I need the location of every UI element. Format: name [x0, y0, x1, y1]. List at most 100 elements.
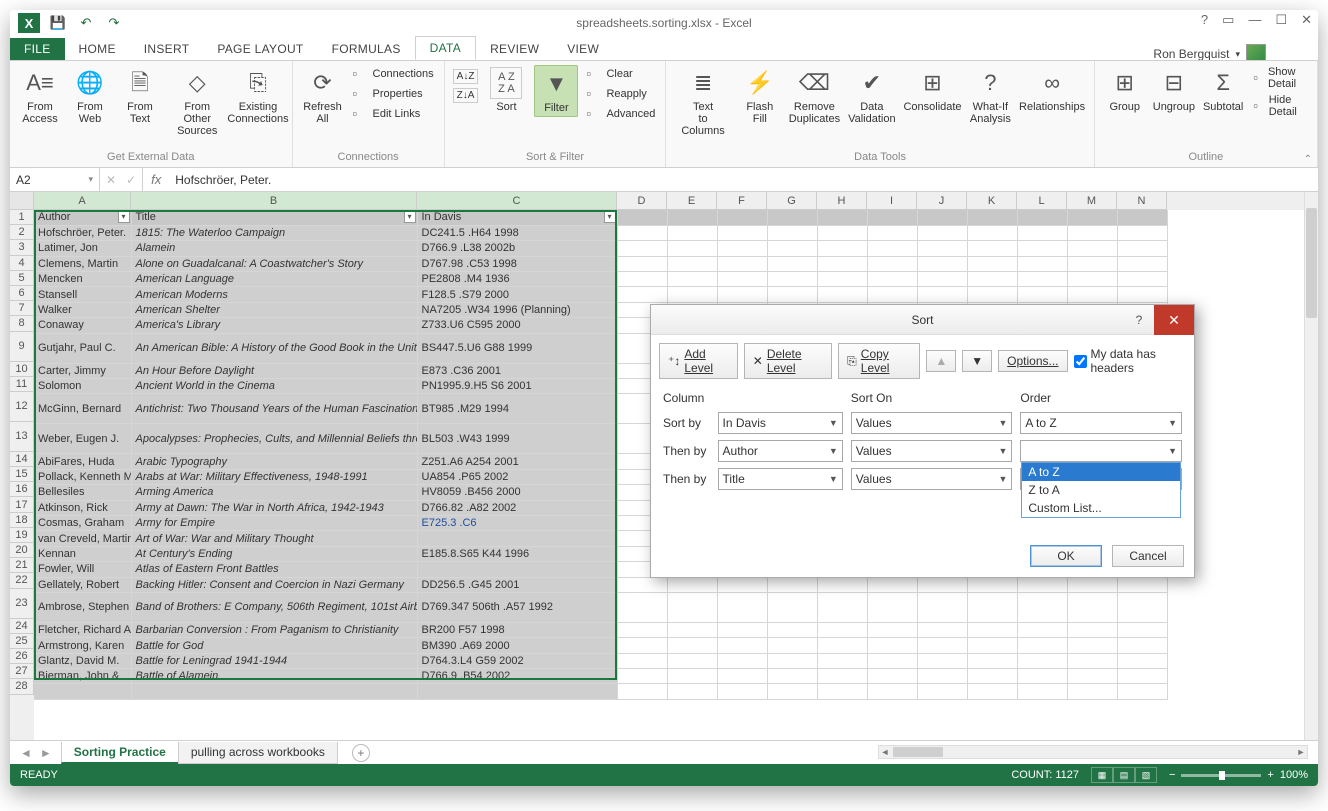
cell[interactable]: Z251.A6 A254 2001	[417, 454, 617, 469]
cell[interactable]	[717, 287, 767, 302]
fx-icon[interactable]: fx	[143, 172, 169, 187]
cell[interactable]: Latimer, Jon	[34, 241, 131, 256]
dialog-close-button[interactable]: ✕	[1154, 305, 1194, 335]
cell[interactable]	[1067, 225, 1117, 240]
cell[interactable]: Arabs at War: Military Effectiveness, 19…	[131, 469, 417, 484]
cell[interactable]: Bellesiles	[34, 485, 131, 500]
cell[interactable]: E725.3 .C6	[417, 515, 617, 530]
cell[interactable]	[767, 622, 817, 637]
cell[interactable]	[917, 210, 967, 225]
cell[interactable]: Battle for Leningrad 1941-1944	[131, 653, 417, 668]
filter-dropdown-icon[interactable]: ▾	[118, 211, 130, 223]
collapse-ribbon-icon[interactable]: ⌃	[1304, 154, 1312, 165]
zoom-slider[interactable]: −+ 100%	[1169, 769, 1308, 781]
cell[interactable]	[1017, 622, 1067, 637]
consolidate-button[interactable]: ⊞Consolidate	[903, 65, 963, 115]
row-header[interactable]: 7	[10, 301, 34, 316]
cell[interactable]	[1117, 653, 1167, 668]
cell[interactable]	[767, 287, 817, 302]
cell[interactable]	[867, 225, 917, 240]
cell[interactable]	[867, 669, 917, 684]
row-header[interactable]: 14	[10, 452, 34, 467]
row-header[interactable]: 11	[10, 377, 34, 392]
row-header[interactable]: 27	[10, 664, 34, 679]
add-level-button[interactable]: ⁺↕ Add Level	[659, 343, 738, 379]
cell[interactable]	[1067, 638, 1117, 653]
save-icon[interactable]: 💾	[48, 13, 68, 33]
remove-duplicates-button[interactable]: ⌫RemoveDuplicates	[788, 65, 841, 127]
sort-on-combo[interactable]: Values▼	[851, 412, 1013, 434]
cell[interactable]	[1117, 622, 1167, 637]
cell[interactable]	[617, 272, 667, 287]
col-header-E[interactable]: E	[667, 192, 717, 210]
cell[interactable]	[967, 592, 1017, 622]
cell[interactable]	[617, 669, 667, 684]
cell[interactable]	[1017, 669, 1067, 684]
cell[interactable]	[967, 256, 1017, 271]
move-down-button[interactable]: ▼	[962, 350, 992, 372]
sheet-tab[interactable]: pulling across workbooks	[178, 742, 338, 764]
cell[interactable]	[867, 287, 917, 302]
cell[interactable]: Gellately, Robert	[34, 577, 131, 592]
cell[interactable]: Fowler, Will	[34, 562, 131, 577]
sort-column-combo[interactable]: In Davis▼	[718, 412, 843, 434]
cell[interactable]	[767, 653, 817, 668]
sort-order-combo[interactable]: A to Z▼	[1020, 412, 1182, 434]
cell[interactable]: Antichrist: Two Thousand Years of the Hu…	[131, 394, 417, 424]
cell[interactable]	[1017, 241, 1067, 256]
cell[interactable]	[767, 256, 817, 271]
cell[interactable]: van Creveld, Martin	[34, 531, 131, 546]
cell[interactable]: Stansell	[34, 287, 131, 302]
row-header[interactable]: 13	[10, 422, 34, 452]
cell[interactable]	[717, 272, 767, 287]
cell[interactable]: BT985 .M29 1994	[417, 394, 617, 424]
maximize-icon[interactable]: ☐	[1275, 12, 1287, 28]
cell[interactable]	[817, 241, 867, 256]
col-header-L[interactable]: L	[1017, 192, 1067, 210]
cell[interactable]: An American Bible: A History of the Good…	[131, 333, 417, 363]
from-access-button[interactable]: A≡FromAccess	[18, 65, 62, 127]
row-header[interactable]: 10	[10, 362, 34, 377]
cell[interactable]: McGinn, Bernard	[34, 394, 131, 424]
enter-formula-icon[interactable]: ✓	[126, 173, 136, 187]
subtotal-button[interactable]: ΣSubtotal	[1201, 65, 1245, 115]
sort-on-combo[interactable]: Values▼	[851, 468, 1013, 490]
cell[interactable]	[667, 210, 717, 225]
row-header[interactable]: 23	[10, 589, 34, 619]
cell[interactable]	[667, 256, 717, 271]
cancel-formula-icon[interactable]: ✕	[106, 173, 116, 187]
row-header[interactable]: 20	[10, 543, 34, 558]
cell[interactable]: E185.8.S65 K44 1996	[417, 546, 617, 561]
cell[interactable]	[717, 210, 767, 225]
cell[interactable]	[967, 241, 1017, 256]
cell[interactable]	[917, 241, 967, 256]
cell[interactable]	[667, 577, 717, 592]
row-header[interactable]: 15	[10, 467, 34, 482]
cell[interactable]: Army for Empire	[131, 515, 417, 530]
cell[interactable]	[667, 272, 717, 287]
cell[interactable]: Battle of Alamein	[131, 669, 417, 684]
cell[interactable]: BS447.5.U6 G88 1999	[417, 333, 617, 363]
cell[interactable]	[967, 272, 1017, 287]
cell[interactable]: NA7205 .W34 1996 (Planning)	[417, 302, 617, 317]
ok-button[interactable]: OK	[1030, 545, 1102, 567]
cell[interactable]	[817, 638, 867, 653]
tab-scroll-left-icon[interactable]: ◄	[20, 746, 32, 760]
tab-scroll-right-icon[interactable]: ►	[40, 746, 52, 760]
cell[interactable]	[667, 592, 717, 622]
cell[interactable]: Author▾	[34, 210, 131, 225]
relationships-button[interactable]: ∞Relationships	[1018, 65, 1085, 115]
sort-column-combo[interactable]: Author▼	[718, 440, 843, 462]
cell[interactable]: Carter, Jimmy	[34, 363, 131, 378]
from-web-button[interactable]: 🌐FromWeb	[68, 65, 112, 127]
cancel-button[interactable]: Cancel	[1112, 545, 1184, 567]
cell[interactable]	[1017, 577, 1067, 592]
cell[interactable]	[1117, 577, 1167, 592]
data-validation-button[interactable]: ✔DataValidation	[847, 65, 897, 127]
col-header-I[interactable]: I	[867, 192, 917, 210]
cell[interactable]	[817, 287, 867, 302]
cell[interactable]	[1067, 272, 1117, 287]
tab-home[interactable]: HOME	[65, 38, 130, 60]
cell[interactable]	[867, 256, 917, 271]
cell[interactable]: Armstrong, Karen	[34, 638, 131, 653]
